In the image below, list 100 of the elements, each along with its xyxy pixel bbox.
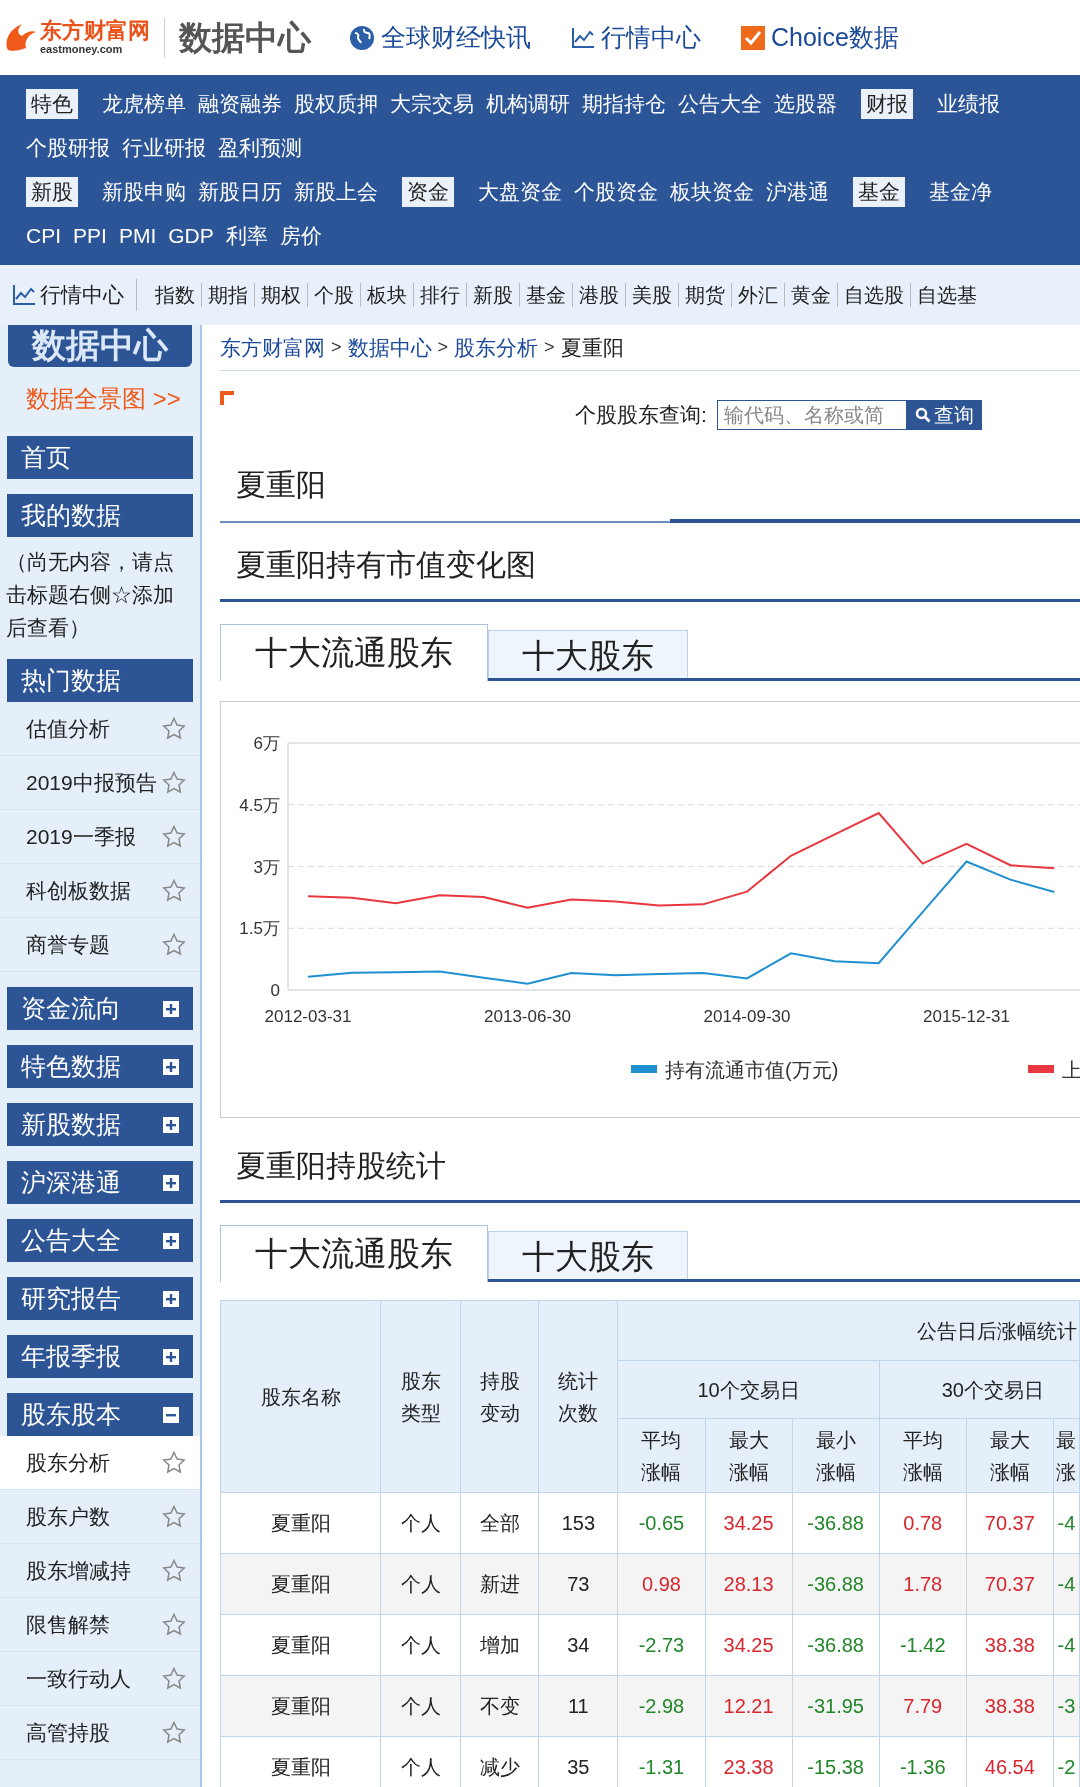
star-icon[interactable] [162,717,186,740]
sidebar-section-header[interactable]: 公告大全 [7,1219,193,1262]
quote-bar-link[interactable]: 期指 [201,283,254,307]
nav-link[interactable]: 选股器 [774,87,837,120]
nav-link[interactable]: 期指持仓 [582,87,666,120]
nav-link[interactable]: 个股资金 [574,175,658,208]
quote-bar-link[interactable]: 自选基 [910,283,983,307]
sidebar-item[interactable]: 股东户数 [0,1490,200,1544]
nav-link[interactable]: 基金净 [929,175,992,208]
star-icon[interactable] [162,933,186,956]
quote-bar-link[interactable]: 黄金 [784,283,837,307]
nav-link[interactable]: GDP [168,219,214,252]
star-icon[interactable] [162,1451,186,1474]
tab[interactable]: 十大股东 [488,1231,688,1279]
search-field[interactable]: 输代码、名称或简 [716,399,907,430]
quote-bar-link[interactable]: 港股 [572,283,625,307]
sidebar-section-header[interactable]: 热门数据 [7,659,193,702]
sidebar-item[interactable]: 高管持股 [0,1706,200,1760]
sidebar-item[interactable]: 科创板数据 [0,864,200,918]
sidebar-section-header[interactable]: 新股数据 [7,1103,193,1146]
table-cell: -1.42 [879,1614,967,1676]
header-link[interactable]: Choice数据 [741,18,899,57]
star-icon[interactable] [162,1667,186,1690]
nav-link[interactable]: 业绩报 [937,87,1000,120]
search-label: 个股股东查询: [575,402,707,428]
star-icon[interactable] [162,879,186,902]
quote-bar-link[interactable]: 基金 [519,283,572,307]
quote-bar-link[interactable]: 指数 [149,283,201,307]
column-header: 最 涨 [1053,1418,1080,1493]
quote-bar-link[interactable]: 新股 [466,283,519,307]
expand-icon[interactable] [163,1232,179,1249]
nav-link[interactable]: PPI [73,219,107,252]
nav-link[interactable]: 盈利预测 [218,131,302,164]
nav-link[interactable]: 新股上会 [294,175,378,208]
sidebar-item[interactable]: 估值分析 [0,702,200,756]
star-icon[interactable] [162,1505,186,1528]
tab[interactable]: 十大股东 [488,630,688,678]
nav-link[interactable]: 融资融券 [198,87,282,120]
sidebar-section-header[interactable]: 特色数据 [7,1045,193,1088]
nav-link[interactable]: 沪港通 [766,175,829,208]
sidebar-section-header[interactable]: 沪深港通 [7,1161,193,1204]
nav-link[interactable]: 房价 [279,219,322,252]
star-icon[interactable] [162,1721,186,1744]
sidebar-section-header[interactable]: 年报季报 [7,1335,193,1378]
breadcrumb-link[interactable]: 股东分析 [454,331,539,364]
expand-icon[interactable] [163,1348,179,1365]
sidebar-item[interactable]: 股东分析 [0,1436,200,1490]
star-icon[interactable] [162,1613,186,1636]
star-icon[interactable] [162,1559,186,1582]
nav-link[interactable]: 个股研报 [26,131,110,164]
quote-bar-link[interactable]: 板块 [360,283,413,307]
sidebar-section-header[interactable]: 研究报告 [7,1277,193,1320]
sidebar-section-header[interactable]: 我的数据 [7,494,193,537]
nav-link[interactable]: 大盘资金 [478,175,562,208]
tab[interactable]: 十大流通股东 [220,1225,488,1282]
quote-bar-link[interactable]: 美股 [625,283,678,307]
expand-icon[interactable] [163,1174,179,1191]
sidebar-item[interactable]: 股东增减持 [0,1544,200,1598]
header-link[interactable]: 全球财经快讯 [349,18,531,57]
table-cell: 夏重阳 [220,1553,381,1615]
quote-bar-link[interactable]: 个股 [307,283,360,307]
sidebar-item[interactable]: 一致行动人 [0,1652,200,1706]
tab[interactable]: 十大流通股东 [220,624,488,681]
nav-link[interactable]: 股权质押 [294,87,378,120]
sidebar-item[interactable]: 2019一季报 [0,810,200,864]
expand-icon[interactable] [163,1290,179,1307]
sidebar-item[interactable]: 商誉专题 [0,918,200,972]
quote-bar-link[interactable]: 期权 [254,283,307,307]
nav-link[interactable]: 新股日历 [198,175,282,208]
nav-link[interactable]: 板块资金 [670,175,754,208]
sidebar-item[interactable]: 2019中报预告 [0,756,200,810]
sidebar-section-header[interactable]: 首页 [7,436,193,479]
star-icon[interactable] [162,771,186,794]
quote-bar-link[interactable]: 外汇 [731,283,784,307]
nav-link[interactable]: PMI [118,219,157,252]
quote-bar-link[interactable]: 排行 [413,283,466,307]
sidebar-section-header[interactable]: 资金流向 [7,987,193,1030]
nav-link[interactable]: 龙虎榜单 [102,87,186,120]
line-chart-icon [12,284,36,306]
expand-icon[interactable] [163,1000,179,1017]
quote-bar-link[interactable]: 期货 [678,283,731,307]
collapse-icon[interactable] [163,1406,179,1423]
nav-link[interactable]: 利率 [225,219,268,252]
breadcrumb-link[interactable]: 东方财富网 [220,331,325,364]
quote-bar-link[interactable]: 自选股 [837,283,910,307]
breadcrumb-link[interactable]: 数据中心 [347,331,432,364]
sidebar-section-header[interactable]: 股东股本 [7,1393,193,1436]
nav-link[interactable]: 新股申购 [102,175,186,208]
expand-icon[interactable] [163,1116,179,1133]
expand-icon[interactable] [163,1058,179,1075]
nav-link[interactable]: 行业研报 [122,131,206,164]
search-button[interactable]: 查询 [906,399,982,430]
table-cell: -3 [1053,1675,1080,1737]
nav-link[interactable]: 公告大全 [678,87,762,120]
nav-link[interactable]: 大宗交易 [390,87,474,120]
star-icon[interactable] [162,825,186,848]
header-link[interactable]: 行情中心 [571,18,701,57]
nav-link[interactable]: 机构调研 [486,87,570,120]
nav-link[interactable]: CPI [26,219,61,252]
sidebar-item[interactable]: 限售解禁 [0,1598,200,1652]
